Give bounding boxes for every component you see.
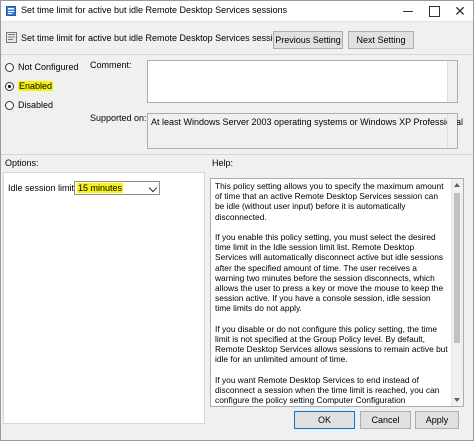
radio-enabled-label: Enabled bbox=[18, 81, 54, 91]
previous-setting-button[interactable]: Previous Setting bbox=[273, 31, 343, 49]
options-panel bbox=[3, 172, 205, 424]
help-label: Help: bbox=[212, 158, 234, 168]
comment-label: Comment: bbox=[90, 60, 132, 70]
policy-name: Set time limit for active but idle Remot… bbox=[21, 33, 288, 43]
help-paragraph: If you enable this policy setting, you m… bbox=[215, 232, 444, 314]
close-icon[interactable]: ✕ bbox=[447, 1, 473, 21]
supported-on-label: Supported on: bbox=[90, 113, 147, 123]
scroll-thumb[interactable] bbox=[454, 193, 460, 343]
comment-scrollbar[interactable] bbox=[447, 61, 457, 102]
radio-disabled-circle[interactable] bbox=[5, 101, 14, 110]
policy-header: Set time limit for active but idle Remot… bbox=[1, 25, 473, 53]
window-title: Set time limit for active but idle Remot… bbox=[21, 5, 288, 15]
next-setting-button[interactable]: Next Setting bbox=[348, 31, 414, 49]
header-divider bbox=[1, 54, 473, 55]
scroll-up-icon[interactable] bbox=[454, 183, 460, 187]
policy-setting-icon bbox=[6, 32, 17, 43]
minimize-button[interactable] bbox=[395, 1, 421, 21]
idle-session-limit-dropdown[interactable]: 15 minutes bbox=[74, 181, 160, 195]
policy-window-icon bbox=[6, 6, 16, 16]
idle-session-limit-value: 15 minutes bbox=[77, 183, 124, 193]
supported-on-value: At least Windows Server 2003 operating s… bbox=[151, 117, 463, 127]
radio-enabled-circle[interactable] bbox=[5, 82, 14, 91]
title-bar[interactable]: Set time limit for active but idle Remot… bbox=[1, 1, 473, 22]
policy-dialog: Set time limit for active but idle Remot… bbox=[0, 0, 474, 441]
ok-button[interactable]: OK bbox=[294, 411, 355, 429]
supported-on-field: At least Windows Server 2003 operating s… bbox=[147, 113, 463, 149]
help-text: This policy setting allows you to specif… bbox=[215, 181, 448, 406]
supported-scrollbar[interactable] bbox=[447, 114, 457, 148]
apply-button[interactable]: Apply bbox=[415, 411, 459, 429]
options-label: Options: bbox=[5, 158, 39, 168]
help-paragraph: This policy setting allows you to specif… bbox=[215, 181, 444, 222]
idle-session-limit-label: Idle session limit: bbox=[8, 183, 77, 193]
radio-not-configured-label: Not Configured bbox=[18, 62, 79, 72]
help-paragraph: If you disable or do not configure this … bbox=[215, 323, 448, 365]
radio-not-configured-circle[interactable] bbox=[5, 63, 14, 72]
chevron-down-icon[interactable] bbox=[148, 183, 158, 193]
section-divider bbox=[1, 154, 473, 155]
help-panel: This policy setting allows you to specif… bbox=[210, 178, 464, 407]
cancel-button[interactable]: Cancel bbox=[360, 411, 411, 429]
comment-textarea[interactable] bbox=[147, 60, 458, 103]
scroll-down-icon[interactable] bbox=[454, 398, 460, 402]
radio-disabled-label: Disabled bbox=[18, 100, 54, 110]
maximize-button[interactable] bbox=[421, 1, 447, 21]
help-scrollbar[interactable] bbox=[451, 179, 463, 406]
help-paragraph: If you want Remote Desktop Services to e… bbox=[215, 374, 440, 406]
